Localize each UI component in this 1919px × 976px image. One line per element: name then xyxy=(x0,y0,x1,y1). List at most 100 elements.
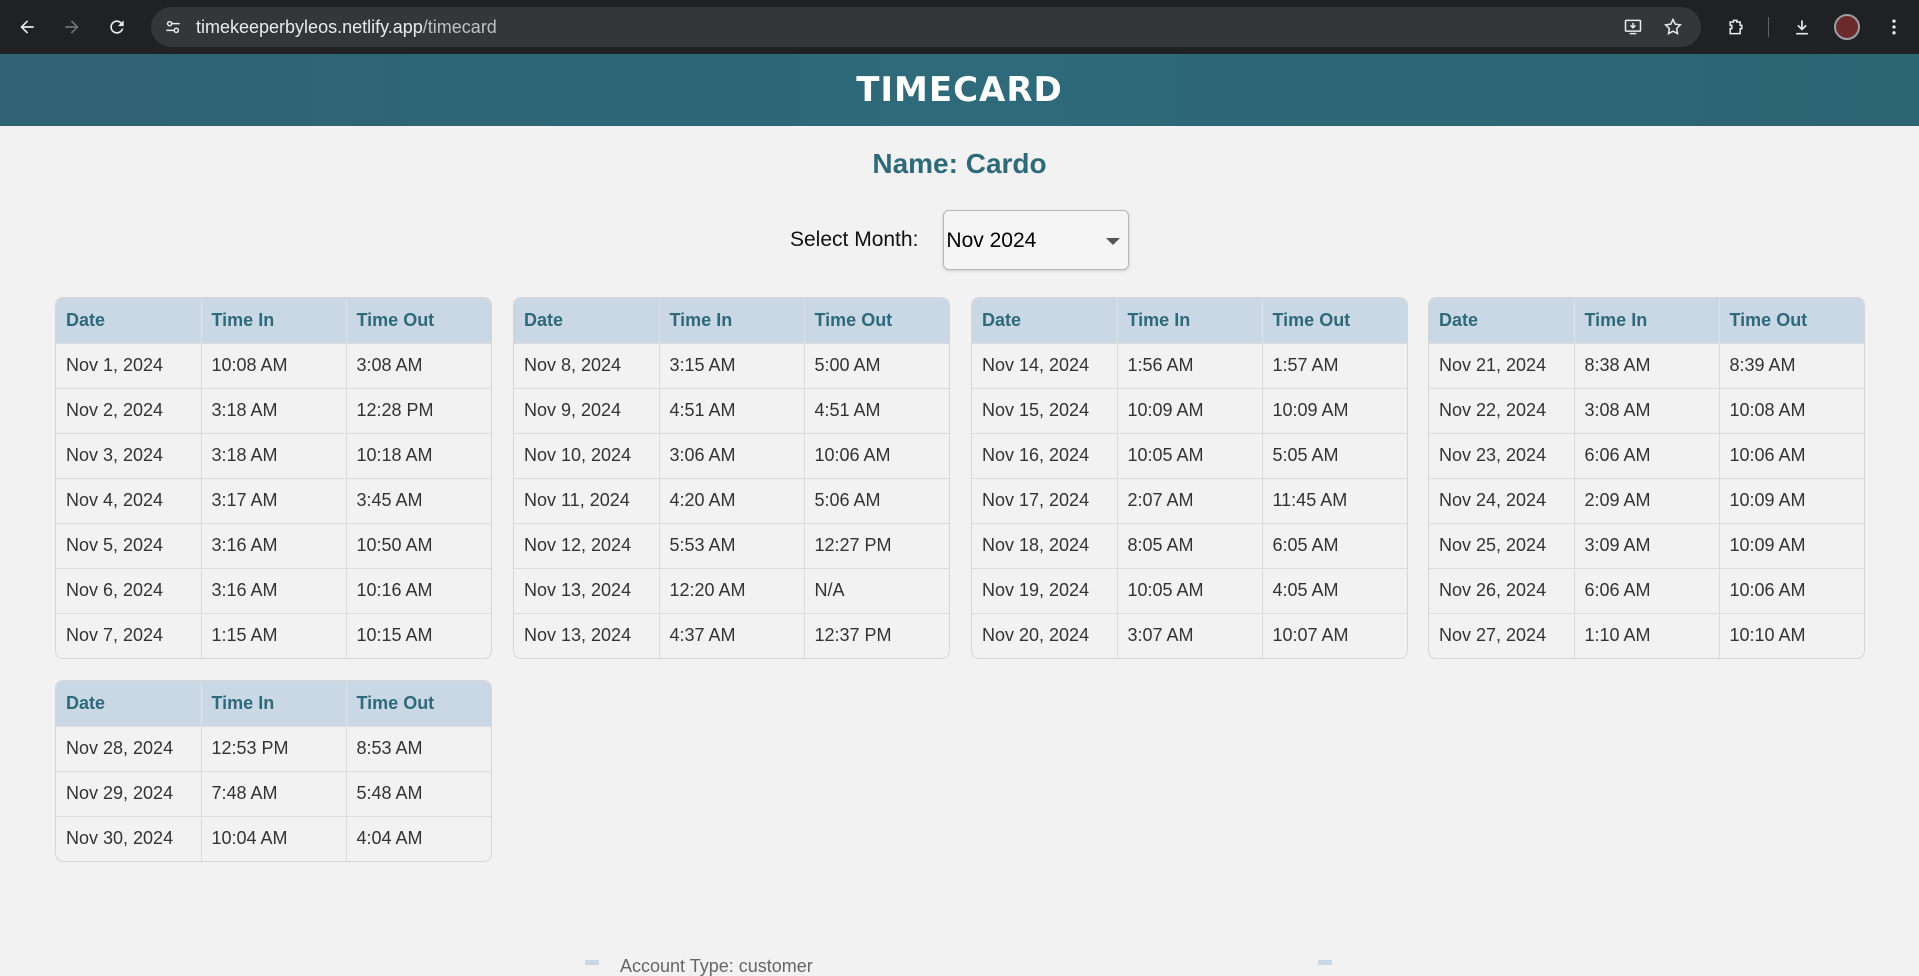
column-header: Date xyxy=(514,298,660,343)
extensions-icon[interactable] xyxy=(1721,12,1751,42)
time-out-cell: 5:48 AM xyxy=(346,770,491,816)
date-cell: Nov 23, 2024 xyxy=(1429,432,1575,478)
footer-decoration xyxy=(585,960,599,965)
timecard-table: Date Time In Time Out Nov 8, 2024 3:15 AM 5:0… xyxy=(514,298,949,658)
time-out-cell: 10:09 AM xyxy=(1719,522,1864,568)
time-out-cell: 10:06 AM xyxy=(1719,567,1864,613)
table-row: Nov 11, 2024 4:20 AM 5:06 AM xyxy=(514,477,949,523)
time-in-cell: 3:17 AM xyxy=(201,477,347,523)
install-app-icon[interactable] xyxy=(1621,15,1645,39)
bookmark-star-icon[interactable] xyxy=(1661,15,1685,39)
page-title: TIMECARD xyxy=(856,70,1063,110)
time-out-cell: 10:06 AM xyxy=(804,432,949,478)
column-header: Time Out xyxy=(1719,298,1864,343)
month-selector-row: Select Month: Nov 2024 xyxy=(790,210,1130,270)
table-row: Nov 1, 2024 10:08 AM 3:08 AM xyxy=(56,342,491,388)
table-row: Nov 29, 2024 7:48 AM 5:48 AM xyxy=(56,770,491,816)
time-in-cell: 6:06 AM xyxy=(1574,567,1720,613)
table-row: Nov 8, 2024 3:15 AM 5:00 AM xyxy=(514,342,949,388)
date-cell: Nov 14, 2024 xyxy=(972,342,1118,388)
profile-avatar[interactable] xyxy=(1834,14,1860,40)
date-cell: Nov 18, 2024 xyxy=(972,522,1118,568)
chevron-down-icon xyxy=(1106,238,1121,245)
site-info-icon[interactable] xyxy=(161,15,185,39)
table-row: Nov 27, 2024 1:10 AM 10:10 AM xyxy=(1429,612,1864,658)
url-path: /timecard xyxy=(422,17,497,37)
column-header: Time In xyxy=(1117,298,1263,343)
table-header-row: Date Time In Time Out xyxy=(1429,298,1864,343)
table-row: Nov 2, 2024 3:18 AM 12:28 PM xyxy=(56,387,491,433)
time-in-cell: 3:16 AM xyxy=(201,522,347,568)
downloads-icon[interactable] xyxy=(1787,12,1817,42)
browser-toolbar: timekeeperbyleos.netlify.app/timecard xyxy=(0,0,1919,54)
date-cell: Nov 20, 2024 xyxy=(972,612,1118,658)
timecard-table: Date Time In Time Out Nov 14, 2024 1:56 AM 1:… xyxy=(972,298,1407,658)
timecard-table: Date Time In Time Out Nov 21, 2024 8:38 AM 8:… xyxy=(1429,298,1864,658)
table-row: Nov 22, 2024 3:08 AM 10:08 AM xyxy=(1429,387,1864,433)
forward-button[interactable] xyxy=(57,12,87,42)
reload-button[interactable] xyxy=(102,12,132,42)
time-in-cell: 5:53 AM xyxy=(659,522,805,568)
table-row: Nov 10, 2024 3:06 AM 10:06 AM xyxy=(514,432,949,478)
date-cell: Nov 13, 2024 xyxy=(514,567,660,613)
date-cell: Nov 26, 2024 xyxy=(1429,567,1575,613)
date-cell: Nov 3, 2024 xyxy=(56,432,202,478)
timecard-table-2: Date Time In Time Out Nov 8, 2024 3:15 AM 5:0… xyxy=(513,297,950,659)
timecard-table-4: Date Time In Time Out Nov 21, 2024 8:38 AM 8:… xyxy=(1428,297,1865,659)
time-out-cell: 11:45 AM xyxy=(1262,477,1407,523)
address-bar[interactable]: timekeeperbyleos.netlify.app/timecard xyxy=(151,7,1701,47)
time-out-cell: 10:16 AM xyxy=(346,567,491,613)
date-cell: Nov 16, 2024 xyxy=(972,432,1118,478)
date-cell: Nov 15, 2024 xyxy=(972,387,1118,433)
date-cell: Nov 9, 2024 xyxy=(514,387,660,433)
time-in-cell: 3:18 AM xyxy=(201,432,347,478)
time-in-cell: 8:05 AM xyxy=(1117,522,1263,568)
column-header: Date xyxy=(972,298,1118,343)
table-row: Nov 3, 2024 3:18 AM 10:18 AM xyxy=(56,432,491,478)
time-out-cell: 10:50 AM xyxy=(346,522,491,568)
time-out-cell: 6:05 AM xyxy=(1262,522,1407,568)
time-in-cell: 10:05 AM xyxy=(1117,567,1263,613)
arrow-left-icon xyxy=(20,20,34,34)
timecard-table: Date Time In Time Out Nov 1, 2024 10:08 AM 3:… xyxy=(56,298,491,658)
time-in-cell: 10:04 AM xyxy=(201,815,347,861)
time-out-cell: 3:45 AM xyxy=(346,477,491,523)
time-in-cell: 1:10 AM xyxy=(1574,612,1720,658)
time-in-cell: 3:09 AM xyxy=(1574,522,1720,568)
more-menu-icon[interactable] xyxy=(1879,12,1909,42)
table-row: Nov 13, 2024 4:37 AM 12:37 PM xyxy=(514,612,949,658)
table-row: Nov 7, 2024 1:15 AM 10:15 AM xyxy=(56,612,491,658)
time-in-cell: 10:08 AM xyxy=(201,342,347,388)
column-header: Date xyxy=(56,298,202,343)
month-select-value: Nov 2024 xyxy=(946,229,1037,252)
time-out-cell: 10:06 AM xyxy=(1719,432,1864,478)
date-cell: Nov 11, 2024 xyxy=(514,477,660,523)
column-header: Time In xyxy=(659,298,805,343)
timecard-table: Date Time In Time Out Nov 28, 2024 12:53 PM 8… xyxy=(56,681,491,861)
table-row: Nov 4, 2024 3:17 AM 3:45 AM xyxy=(56,477,491,523)
time-in-cell: 7:48 AM xyxy=(201,770,347,816)
column-header: Time In xyxy=(201,298,347,343)
time-out-cell: 12:37 PM xyxy=(804,612,949,658)
timecard-table-1: Date Time In Time Out Nov 1, 2024 10:08 AM 3:… xyxy=(55,297,492,659)
table-header-row: Date Time In Time Out xyxy=(972,298,1407,343)
time-in-cell: 4:20 AM xyxy=(659,477,805,523)
time-in-cell: 10:05 AM xyxy=(1117,432,1263,478)
time-out-cell: 10:07 AM xyxy=(1262,612,1407,658)
time-in-cell: 10:09 AM xyxy=(1117,387,1263,433)
table-row: Nov 13, 2024 12:20 AM N/A xyxy=(514,567,949,613)
time-out-cell: 5:00 AM xyxy=(804,342,949,388)
date-cell: Nov 2, 2024 xyxy=(56,387,202,433)
table-header-row: Date Time In Time Out xyxy=(514,298,949,343)
time-in-cell: 3:18 AM xyxy=(201,387,347,433)
date-cell: Nov 24, 2024 xyxy=(1429,477,1575,523)
table-row: Nov 16, 2024 10:05 AM 5:05 AM xyxy=(972,432,1407,478)
toolbar-separator xyxy=(1768,17,1769,37)
time-out-cell: 10:18 AM xyxy=(346,432,491,478)
month-select[interactable]: Nov 2024 xyxy=(943,210,1130,270)
table-row: Nov 30, 2024 10:04 AM 4:04 AM xyxy=(56,815,491,861)
time-out-cell: 8:53 AM xyxy=(346,725,491,771)
back-button[interactable] xyxy=(12,12,42,42)
date-cell: Nov 4, 2024 xyxy=(56,477,202,523)
url-text: timekeeperbyleos.netlify.app/timecard xyxy=(196,17,497,38)
